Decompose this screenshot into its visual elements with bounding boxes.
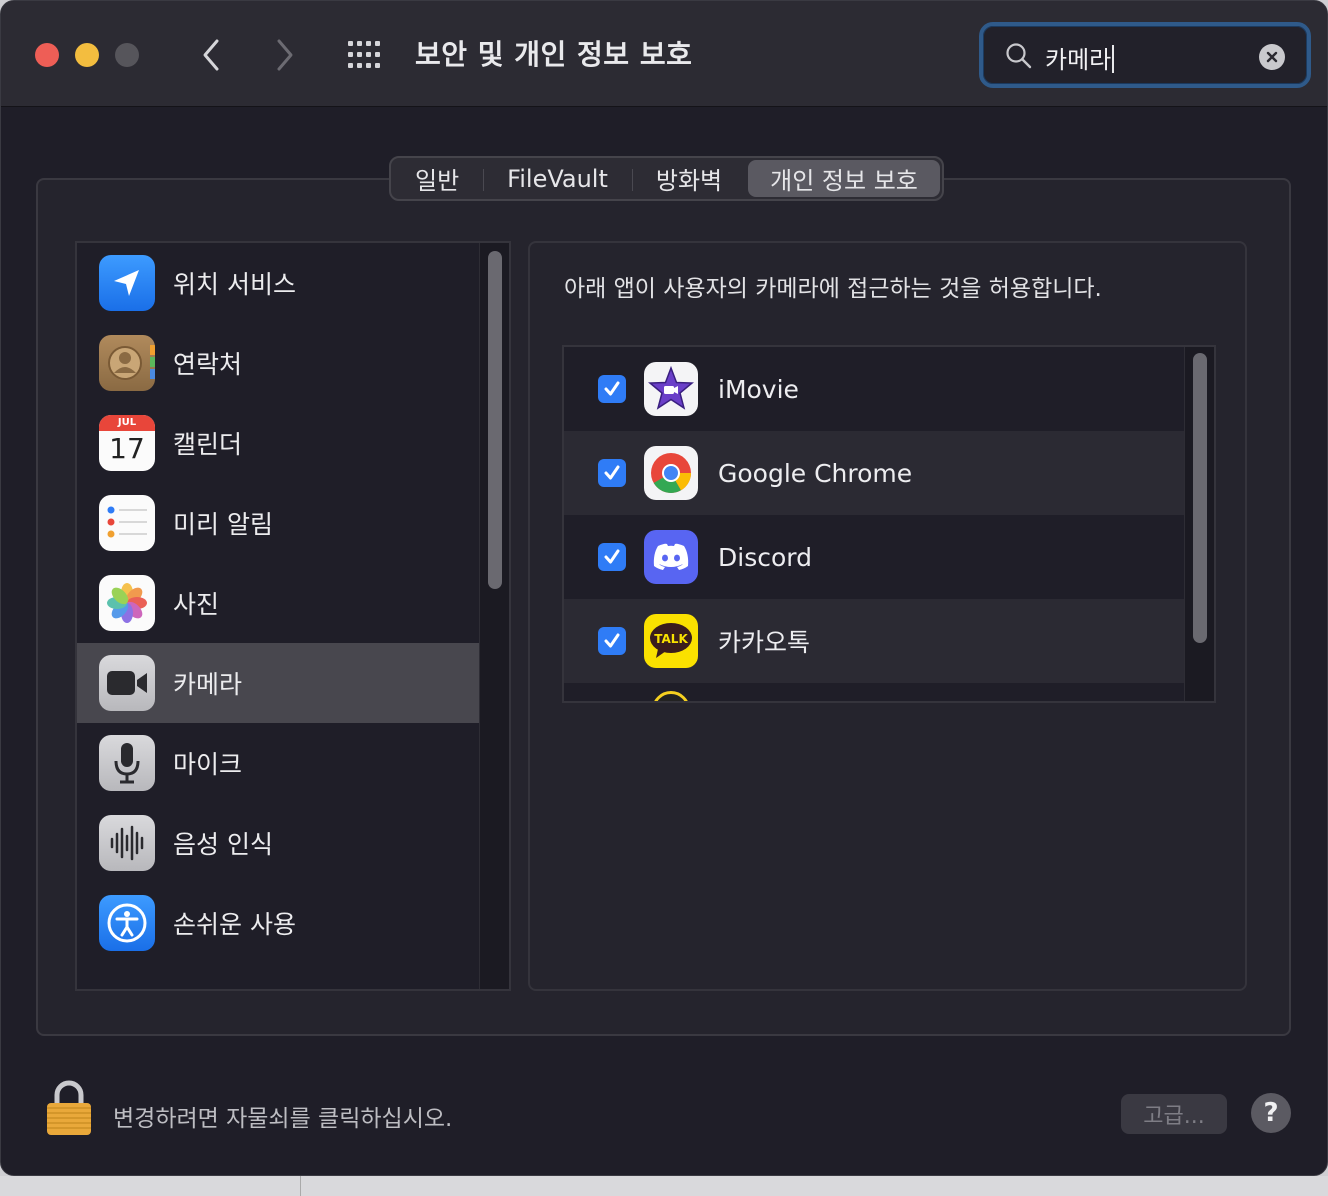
minimize-window-button[interactable] — [75, 43, 99, 67]
calendar-icon: JUL 17 — [99, 415, 155, 471]
forward-button[interactable] — [267, 35, 303, 75]
checkmark-icon — [604, 633, 620, 648]
preferences-window: 보안 및 개인 정보 보호 카메라 일반 FileVault 방화벽 개인 정보… — [0, 0, 1328, 1176]
show-all-button[interactable] — [345, 37, 385, 73]
close-window-button[interactable] — [35, 43, 59, 67]
sidebar-item-contacts[interactable]: 연락처 — [77, 323, 481, 403]
sidebar-scroll-thumb[interactable] — [488, 251, 502, 589]
chevron-left-icon — [203, 39, 219, 71]
grid-icon — [348, 41, 380, 68]
accessibility-icon — [99, 895, 155, 951]
desktop-background — [0, 1176, 1328, 1196]
location-icon — [99, 255, 155, 311]
calendar-month: JUL — [99, 415, 155, 431]
tab-filevault[interactable]: FileVault — [483, 158, 632, 199]
app-list-scrollbar[interactable] — [1184, 347, 1214, 701]
app-name: iMovie — [718, 374, 799, 404]
zoom-window-button[interactable] — [115, 43, 139, 67]
photos-icon — [99, 575, 155, 631]
lock-button[interactable] — [45, 1079, 93, 1137]
speech-recognition-icon — [99, 815, 155, 871]
chrome-icon — [644, 446, 698, 500]
chrome-checkbox[interactable] — [598, 459, 626, 487]
sidebar-item-label: 마이크 — [173, 750, 243, 779]
imovie-icon — [644, 362, 698, 416]
back-button[interactable] — [193, 35, 229, 75]
checkmark-icon — [604, 381, 620, 396]
chevron-right-icon — [277, 39, 293, 71]
sidebar-item-location[interactable]: 위치 서비스 — [77, 243, 481, 323]
tab-privacy[interactable]: 개인 정보 보호 — [748, 160, 940, 197]
kakaotalk-icon-text: TALK — [654, 632, 688, 646]
app-list-scroll-thumb[interactable] — [1193, 353, 1207, 643]
microphone-icon — [99, 735, 155, 791]
window-title: 보안 및 개인 정보 보호 — [415, 38, 693, 71]
lock-icon — [47, 1080, 91, 1135]
search-field[interactable]: 카메라 — [979, 22, 1311, 88]
camera-icon — [99, 655, 155, 711]
discord-icon — [644, 530, 698, 584]
app-name: 카카오톡 — [718, 628, 811, 657]
sidebar-item-speech[interactable]: 음성 인식 — [77, 803, 481, 883]
sidebar-item-label: 손쉬운 사용 — [173, 910, 296, 939]
discord-checkbox[interactable] — [598, 543, 626, 571]
sidebar-item-label: 위치 서비스 — [173, 270, 296, 299]
tab-firewall[interactable]: 방화벽 — [631, 158, 746, 199]
app-name: Google Chrome — [718, 458, 913, 488]
sidebar-item-label: 캘린더 — [173, 430, 243, 459]
kakaotalk-icon: TALK — [644, 614, 698, 668]
sidebar-item-photos[interactable]: 사진 — [77, 563, 481, 643]
app-row-imovie[interactable]: iMovie — [564, 347, 1186, 431]
app-row-chrome[interactable]: Google Chrome — [564, 431, 1186, 515]
tab-general[interactable]: 일반 — [391, 158, 483, 199]
imovie-checkbox[interactable] — [598, 375, 626, 403]
reminders-icon — [99, 495, 155, 551]
camera-permissions-pane: 아래 앱이 사용자의 카메라에 접근하는 것을 허용합니다. iMovie Go… — [528, 241, 1247, 991]
clear-search-button[interactable] — [1259, 44, 1285, 70]
sidebar-scrollbar[interactable] — [479, 243, 509, 989]
sidebar-item-label: 연락처 — [173, 350, 243, 379]
sidebar-item-microphone[interactable]: 마이크 — [77, 723, 481, 803]
search-input[interactable]: 카메라 — [1045, 40, 1115, 75]
divider — [300, 1176, 301, 1196]
checkmark-icon — [604, 549, 620, 564]
contacts-icon — [99, 335, 155, 391]
app-row-partial[interactable] — [564, 683, 1186, 701]
kakaotalk-checkbox[interactable] — [598, 627, 626, 655]
title-bar: 보안 및 개인 정보 보호 카메라 — [1, 1, 1327, 107]
lock-instruction: 변경하려면 자물쇠를 클릭하십시오. — [113, 1106, 453, 1132]
sidebar-item-label: 사진 — [173, 590, 220, 619]
search-icon — [1006, 43, 1032, 69]
app-row-kakaotalk[interactable]: TALK 카카오톡 — [564, 599, 1186, 683]
advanced-button[interactable]: 고급... — [1121, 1094, 1227, 1134]
partial-app-icon — [652, 691, 690, 701]
sidebar-item-camera[interactable]: 카메라 — [77, 643, 481, 723]
permission-description: 아래 앱이 사용자의 카메라에 접근하는 것을 허용합니다. — [564, 276, 1102, 302]
checkmark-icon — [604, 465, 620, 480]
text-caret — [1112, 45, 1115, 73]
calendar-day: 17 — [109, 432, 145, 465]
sidebar-item-calendar[interactable]: JUL 17 캘린더 — [77, 403, 481, 483]
sidebar-item-label: 미리 알림 — [173, 510, 273, 539]
search-value: 카메라 — [1045, 46, 1112, 74]
help-button[interactable]: ? — [1251, 1093, 1291, 1133]
sidebar-item-reminders[interactable]: 미리 알림 — [77, 483, 481, 563]
tab-bar: 일반 FileVault 방화벽 개인 정보 보호 — [389, 156, 944, 201]
sidebar-item-label: 카메라 — [173, 670, 243, 699]
close-icon — [1266, 51, 1278, 63]
app-row-discord[interactable]: Discord — [564, 515, 1186, 599]
app-name: Discord — [718, 542, 812, 572]
sidebar-item-label: 음성 인식 — [173, 830, 273, 859]
app-permission-list[interactable]: iMovie Google Chrome Discord TALK 카카오톡 — [562, 345, 1216, 703]
sidebar-item-accessibility[interactable]: 손쉬운 사용 — [77, 883, 481, 963]
privacy-category-list[interactable]: 위치 서비스 연락처 JUL 17 캘린더 미리 알림 사진 카메라 마이크 음… — [75, 241, 511, 991]
